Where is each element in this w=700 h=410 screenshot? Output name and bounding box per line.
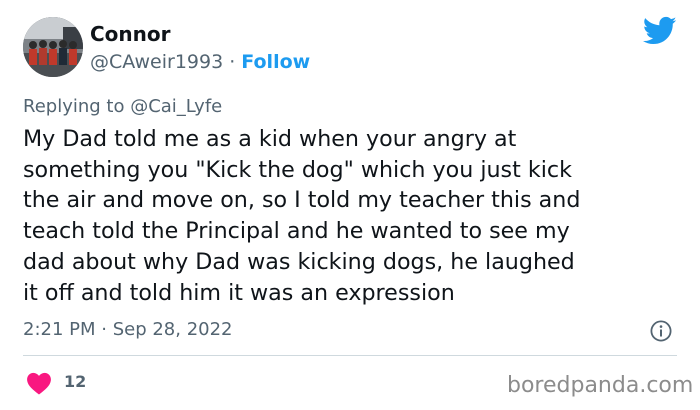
tweet-date: Sep 28, 2022 <box>112 319 233 340</box>
avatar[interactable] <box>23 17 83 77</box>
replying-to-mention[interactable]: @Cai_Lyfe <box>130 96 222 117</box>
follow-button[interactable]: Follow <box>241 51 310 73</box>
timestamp-separator: · <box>95 319 113 340</box>
author-handle[interactable]: @CAweir1993 <box>90 51 223 73</box>
tweet-text: My Dad told me as a kid when your angry … <box>23 126 581 306</box>
author-name[interactable]: Connor <box>90 22 171 46</box>
replying-prefix: Replying to <box>23 96 131 117</box>
tweet-timestamp[interactable]: 2:21 PM · Sep 28, 2022 <box>23 319 233 341</box>
heart-icon[interactable] <box>26 371 52 395</box>
avatar-image <box>23 17 83 77</box>
watermark: boredpanda.com <box>507 373 694 398</box>
handle-separator: · <box>223 51 242 73</box>
author-handle-line: @CAweir1993 · Follow <box>90 50 310 74</box>
tweet-header: Connor @CAweir1993 · Follow <box>0 0 700 90</box>
twitter-bird-icon <box>643 16 677 45</box>
replying-to: Replying to @Cai_Lyfe <box>23 96 222 118</box>
tweet-time: 2:21 PM <box>23 319 96 340</box>
info-icon[interactable] <box>650 320 672 342</box>
divider <box>23 355 677 356</box>
like-count: 12 <box>64 372 87 391</box>
